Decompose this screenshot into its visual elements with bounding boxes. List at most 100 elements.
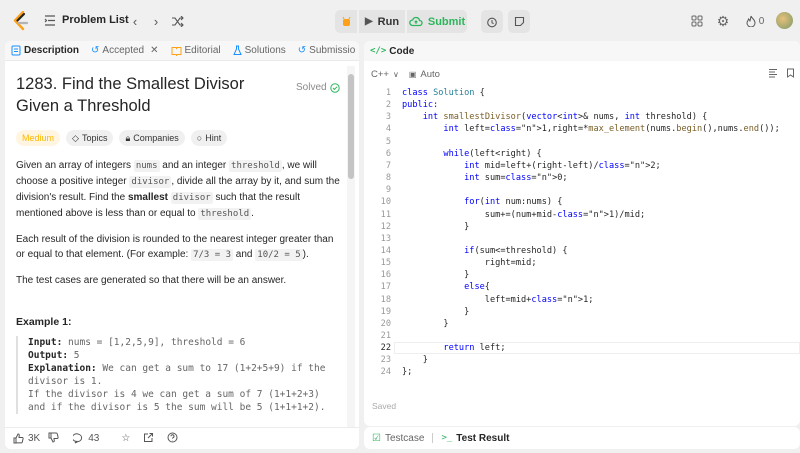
tab-accepted-label: Accepted: [102, 45, 145, 56]
inline-code: threshold: [198, 208, 252, 220]
comments-button[interactable]: 43: [73, 433, 99, 444]
divider: [432, 433, 434, 443]
code-line: left=mid+class="n">1;: [402, 294, 594, 305]
share-button[interactable]: [143, 432, 154, 446]
avatar[interactable]: [776, 12, 793, 29]
description-scrollbar[interactable]: [347, 66, 355, 446]
like-button[interactable]: 3K: [13, 433, 40, 444]
tab-accepted[interactable]: ↺ Accepted ✕: [85, 45, 164, 56]
text: .: [251, 208, 254, 219]
tab-code[interactable]: Code: [389, 46, 414, 57]
tab-solutions[interactable]: Solutions: [227, 45, 292, 56]
tab-description[interactable]: Description: [5, 45, 85, 56]
line-number: 5: [385, 136, 391, 147]
streak-counter[interactable]: 0: [742, 13, 768, 29]
timer-button[interactable]: [481, 10, 503, 33]
format-button[interactable]: [768, 68, 778, 81]
align-icon: [769, 69, 777, 78]
random-problem-button[interactable]: [168, 12, 186, 30]
explanation-line: divisor is 1.: [28, 376, 103, 387]
next-problem-button[interactable]: ›: [147, 12, 165, 30]
line-number: 8: [385, 173, 391, 184]
run-button[interactable]: ▶ Run: [359, 10, 405, 33]
explanation-line: and if the divisor is 5 the sum will be …: [28, 402, 326, 413]
solved-status: Solved: [296, 82, 340, 93]
code-line: if(sum<=threshold) {: [464, 245, 568, 256]
line-number: 20: [380, 318, 391, 329]
history-icon: ↺: [297, 45, 307, 56]
companies-label: Companies: [133, 133, 179, 143]
bookmark-button[interactable]: [786, 68, 795, 81]
problem-list-button[interactable]: Problem List: [44, 14, 129, 26]
submit-label: Submit: [427, 15, 466, 28]
terminal-icon: >_: [441, 433, 453, 443]
input-value: nums = [1,2,5,9], threshold = 6: [62, 337, 246, 348]
gear-icon: ⚙: [716, 12, 730, 29]
question-circle-icon: [167, 432, 178, 442]
description-paragraph: The test cases are generated so that the…: [16, 275, 287, 286]
comment-count: 43: [88, 433, 100, 444]
code-line: right=mid;: [402, 258, 537, 269]
line-number: 23: [380, 355, 391, 366]
check-circle-icon: [329, 82, 340, 93]
note-icon: [514, 16, 524, 27]
save-status: Saved: [372, 401, 397, 411]
favorite-button[interactable]: ☆: [121, 433, 130, 444]
inline-code: threshold: [229, 160, 282, 172]
text: ).: [302, 249, 309, 260]
description-footer: 3K 43 ☆: [5, 427, 359, 449]
line-number: 18: [380, 294, 391, 305]
notes-button[interactable]: [508, 10, 530, 33]
code-line: }: [402, 318, 449, 329]
bold-text: smallest: [127, 192, 168, 203]
topics-button[interactable]: ◇ Topics: [66, 130, 114, 146]
line-number: 13: [380, 233, 391, 244]
prev-problem-button[interactable]: ‹: [126, 12, 144, 30]
close-icon[interactable]: ✕: [150, 45, 158, 56]
code-line: int left=class="n">1,right=*max_element(…: [443, 124, 780, 135]
code-line: }: [402, 270, 470, 281]
line-number: 22: [380, 343, 391, 354]
tab-editorial-label: Editorial: [184, 45, 221, 56]
scrollbar-thumb[interactable]: [348, 74, 354, 179]
history-icon: ↺: [91, 45, 100, 56]
tab-testcase[interactable]: Testcase: [385, 433, 424, 444]
star-icon: ☆: [121, 433, 131, 444]
tab-submissions[interactable]: ↺ Submissio: [292, 45, 359, 56]
layout-button[interactable]: [689, 13, 705, 29]
dislike-button[interactable]: [48, 432, 59, 446]
tab-solutions-label: Solutions: [244, 45, 286, 56]
shuffle-icon: [171, 15, 184, 27]
code-line: int sum=class="n">0;: [464, 173, 568, 184]
top-bar: Problem List ‹ › ▶ Run Submit ⚙ 0: [0, 0, 800, 42]
submit-button[interactable]: Submit: [407, 10, 467, 33]
alarm-clock-icon: [487, 17, 497, 27]
console-panel: ☑ Testcase >_ Test Result: [364, 427, 800, 449]
leetcode-logo[interactable]: [12, 11, 30, 31]
code-editor-panel: </> Code C++ ∨ ▣ Auto 1 class Solution {2…: [364, 41, 800, 426]
line-number: 11: [380, 209, 391, 220]
code-line: };: [402, 367, 413, 378]
help-button[interactable]: [167, 432, 178, 446]
flask-icon: [232, 45, 242, 55]
inline-code: divisor: [170, 192, 213, 204]
console-tab-bar: ☑ Testcase >_ Test Result: [364, 427, 800, 449]
line-number: 6: [385, 148, 391, 159]
tab-editorial[interactable]: Editorial: [165, 45, 227, 56]
tab-test-result[interactable]: Test Result: [456, 433, 509, 444]
settings-button[interactable]: ⚙: [715, 13, 731, 29]
code-line: while(left<right) {: [443, 148, 542, 159]
companies-button[interactable]: 🔒︎ Companies: [119, 130, 185, 146]
run-toolbar: ▶ Run Submit: [335, 10, 467, 33]
explanation-value: We can get a sum to 17 (1+2+5+9) if the: [96, 363, 326, 374]
line-number: 12: [380, 221, 391, 232]
autocomplete-toggle[interactable]: ▣ Auto: [409, 69, 440, 80]
code-line: public:: [402, 100, 439, 111]
language-select[interactable]: C++ ∨: [371, 69, 399, 80]
list-icon: [44, 14, 55, 26]
inline-code: divisor: [129, 176, 172, 188]
debug-button[interactable]: [335, 10, 357, 33]
hint-button[interactable]: ○ Hint: [190, 130, 228, 146]
line-number: 7: [385, 160, 391, 171]
text: Given an array of integers: [16, 160, 134, 171]
